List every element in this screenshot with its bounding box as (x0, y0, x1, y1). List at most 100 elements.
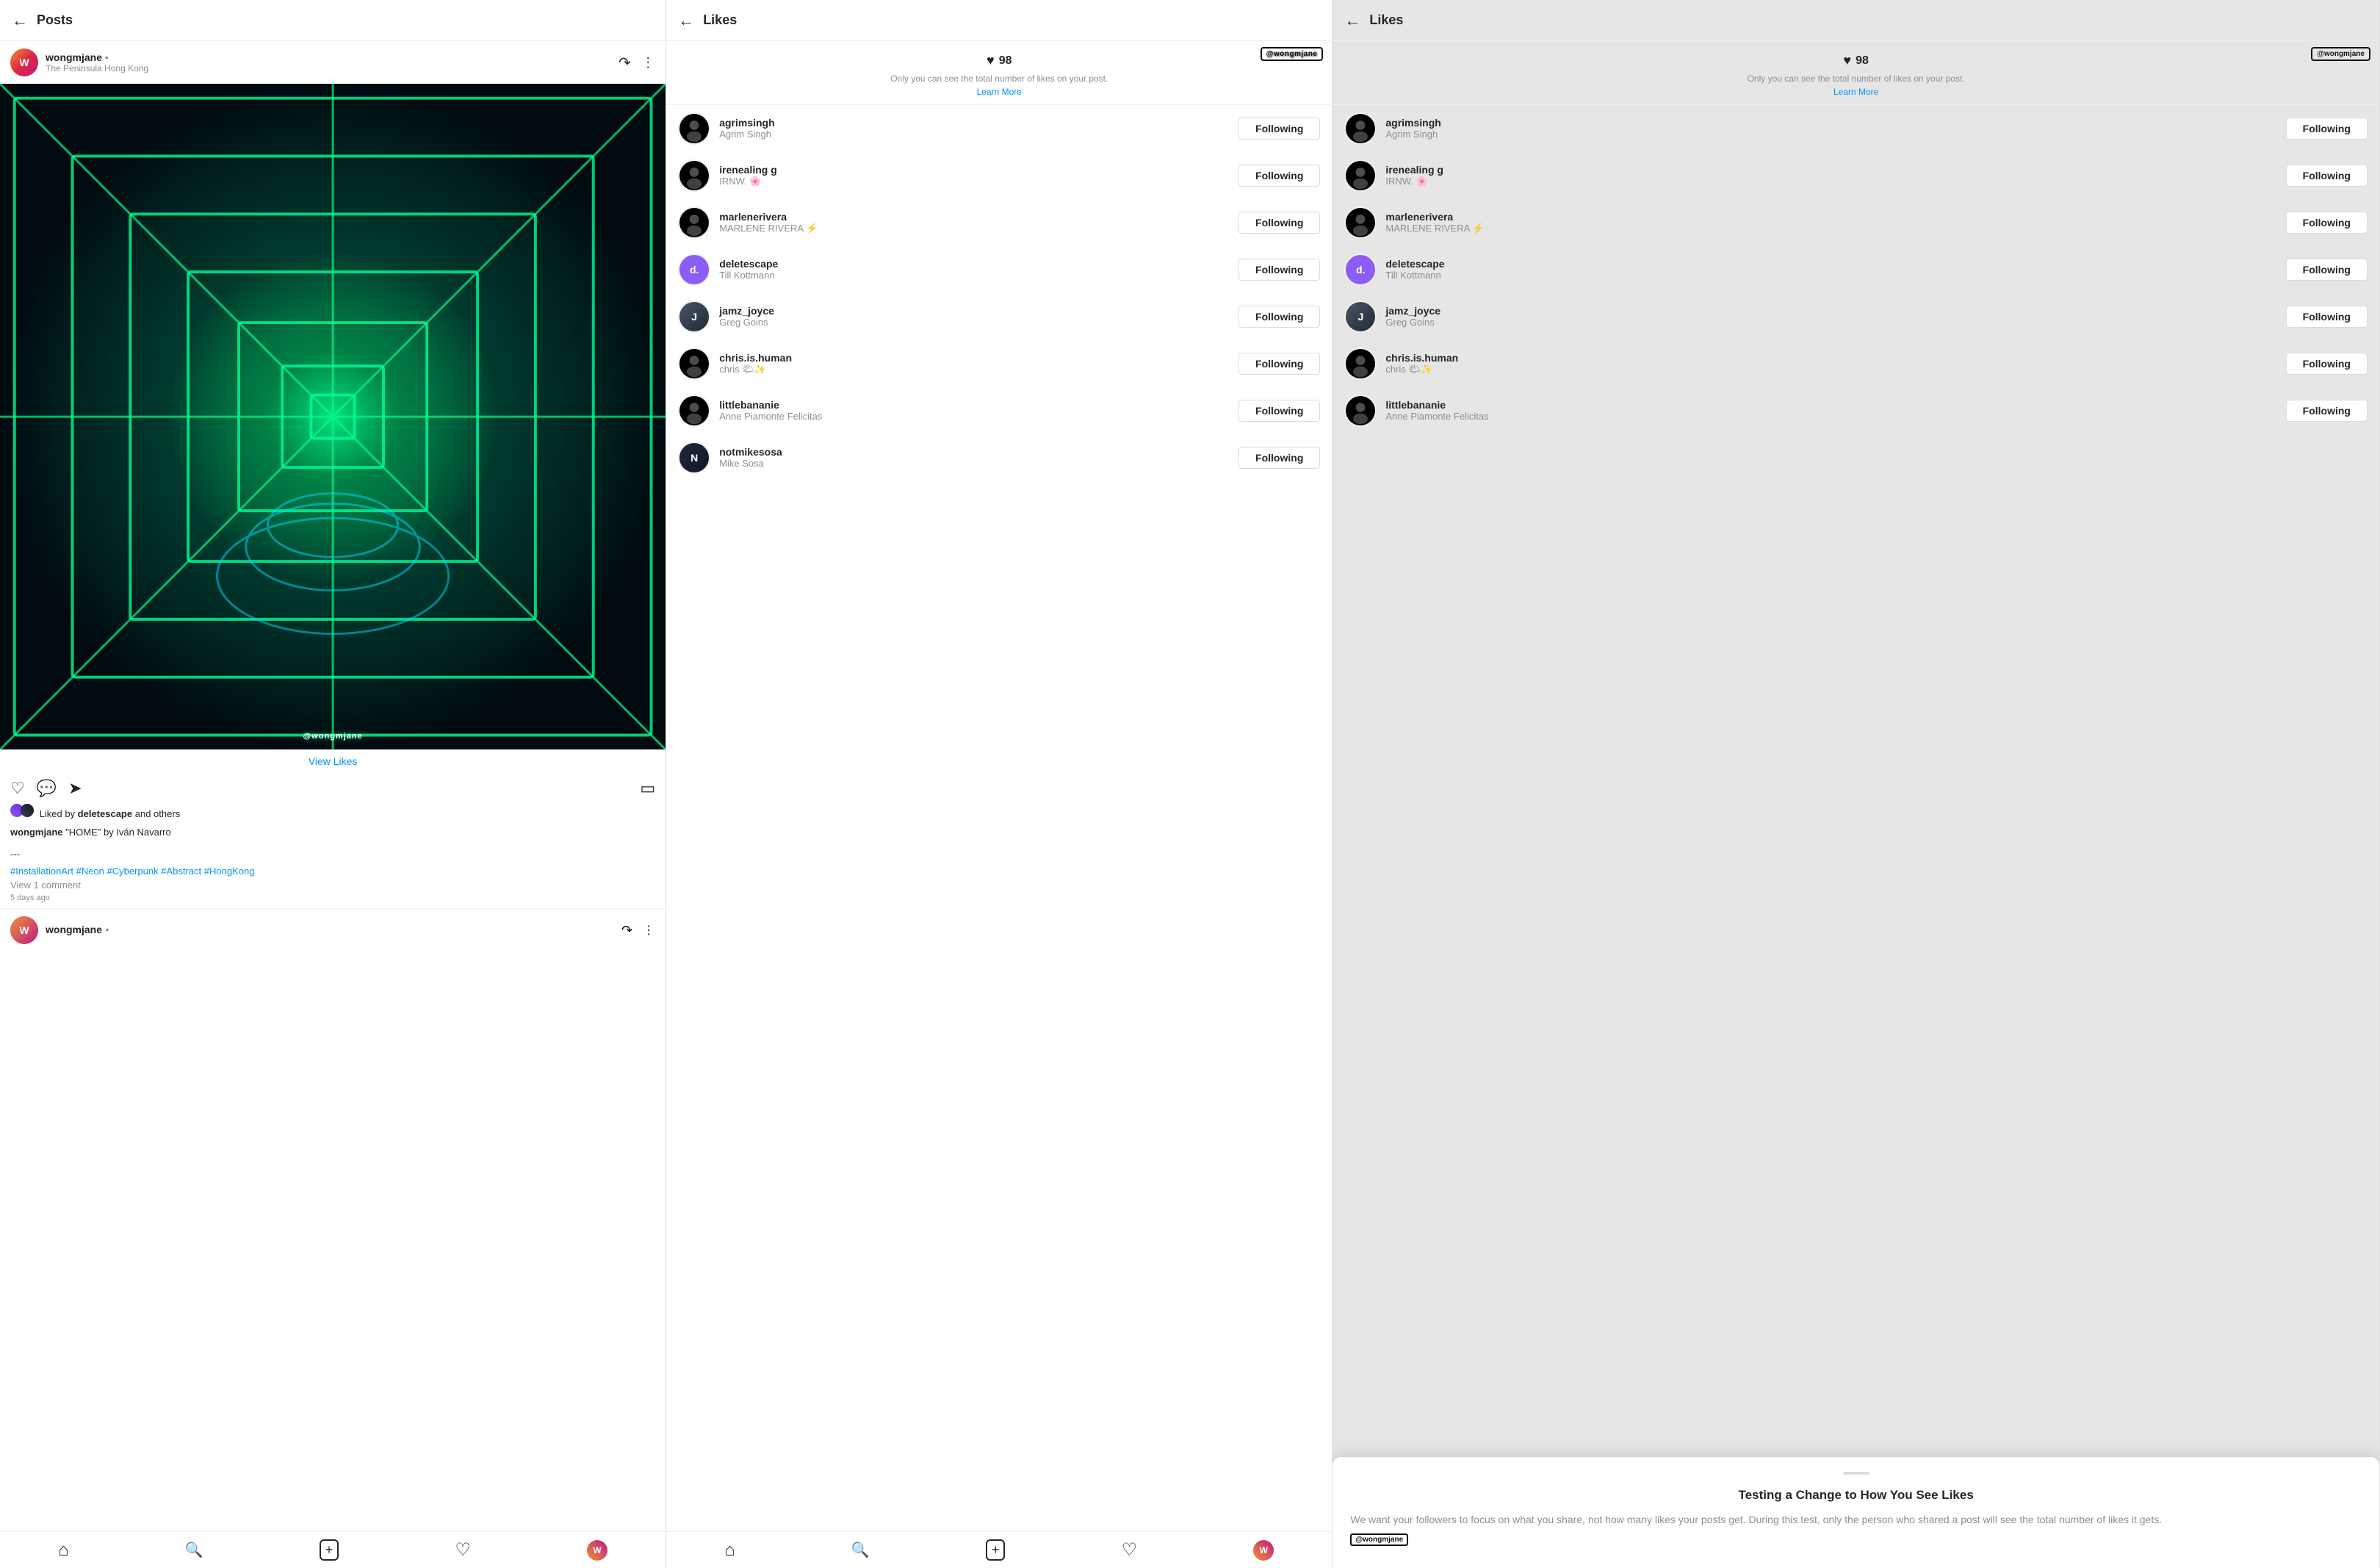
user-avatar[interactable] (678, 348, 710, 380)
follow-button[interactable]: Following (1238, 259, 1320, 281)
likes-change-popup[interactable]: Testing a Change to How You See Likes We… (1333, 1457, 2379, 1568)
user-avatar[interactable] (1344, 348, 1377, 380)
follow-button[interactable]: Following (2286, 400, 2368, 422)
post-actions-left: ♡ 💬 ➤ (10, 779, 82, 798)
user-info: irenealing g IRNW. 🌸 (719, 164, 1230, 187)
post-comment-link[interactable]: View 1 comment (0, 880, 666, 893)
follow-button[interactable]: Following (1238, 118, 1320, 140)
like-icon[interactable]: ♡ (10, 779, 25, 798)
second-more-icon[interactable]: ⋮ (643, 923, 655, 938)
nav-profile-avatar[interactable]: W (587, 1540, 607, 1561)
post-time: 5 days ago (0, 893, 666, 908)
second-reply-icon[interactable]: ↶ (621, 923, 632, 938)
user-username[interactable]: deletescape (1385, 258, 2276, 270)
user-username[interactable]: irenealing g (719, 164, 1230, 176)
poster-subtitle: The Peninsula Hong Kong (46, 63, 148, 73)
user-list-item: marlenerivera MARLENE RIVERA ⚡ Following (666, 199, 1332, 246)
back-arrow-icon[interactable]: ← (12, 11, 28, 30)
user-info: notmikesosa Mike Sosa (719, 446, 1230, 469)
p3-back-arrow[interactable]: ← (1344, 11, 1360, 30)
follow-button[interactable]: Following (1238, 212, 1320, 234)
p3-learn-more[interactable]: Learn More (1833, 87, 1878, 97)
user-avatar[interactable]: d. (678, 253, 710, 286)
nav-search-icon[interactable]: 🔍 (185, 1541, 203, 1559)
follow-button[interactable]: Following (1238, 400, 1320, 422)
p2-nav-profile-avatar[interactable]: W (1253, 1540, 1274, 1561)
nav-heart-icon[interactable]: ♡ (455, 1539, 471, 1561)
user-username[interactable]: chris.is.human (1385, 352, 2276, 364)
user-username[interactable]: jamz_joyce (1385, 305, 2276, 317)
user-username[interactable]: jamz_joyce (719, 305, 1230, 317)
poster-info: wongmjane • The Peninsula Hong Kong (46, 51, 148, 73)
user-avatar[interactable] (678, 395, 710, 427)
panel-posts: ← Posts W wongmjane • The P (0, 0, 666, 1568)
user-avatar[interactable] (1344, 395, 1377, 427)
user-avatar[interactable] (678, 159, 710, 192)
user-avatar[interactable]: J (678, 301, 710, 333)
user-username[interactable]: agrimsingh (719, 117, 1230, 129)
liked-by-user[interactable]: deletescape (78, 808, 132, 819)
follow-button[interactable]: Following (1238, 306, 1320, 328)
user-username[interactable]: irenealing g (1385, 164, 2276, 176)
user-avatar[interactable] (678, 112, 710, 145)
p2-nav-heart-icon[interactable]: ♡ (1122, 1539, 1138, 1561)
reply-icon[interactable]: ↶ (619, 54, 631, 72)
user-fullname: Mike Sosa (719, 458, 1230, 469)
user-fullname: Greg Goins (719, 317, 1230, 328)
user-username[interactable]: agrimsingh (1385, 117, 2276, 129)
more-icon[interactable]: ⋮ (641, 55, 655, 71)
comment-icon[interactable]: 💬 (37, 779, 57, 798)
user-username[interactable]: chris.is.human (719, 352, 1230, 364)
user-fullname: MARLENE RIVERA ⚡ (1385, 223, 2276, 234)
user-avatar[interactable] (1344, 206, 1377, 239)
user-username[interactable]: notmikesosa (719, 446, 1230, 458)
follow-button[interactable]: Following (1238, 447, 1320, 469)
user-avatar[interactable]: N (678, 442, 710, 474)
p2-nav-search-icon[interactable]: 🔍 (851, 1541, 870, 1559)
posts-top-bar: ← Posts (0, 0, 666, 41)
view-likes-link[interactable]: View Likes (0, 749, 666, 773)
user-username[interactable]: littlebananie (719, 399, 1230, 411)
follow-button[interactable]: Following (2286, 259, 2368, 281)
user-avatar[interactable] (1344, 159, 1377, 192)
user-list-item: marlenerivera MARLENE RIVERA ⚡ Following (1333, 199, 2379, 246)
follow-button[interactable]: Following (2286, 118, 2368, 140)
poster-avatar[interactable]: W (10, 48, 38, 76)
follow-button[interactable]: Following (2286, 306, 2368, 328)
user-username[interactable]: marlenerivera (1385, 211, 2276, 223)
nav-add-icon[interactable]: + (320, 1539, 339, 1561)
user-username[interactable]: littlebananie (1385, 399, 2276, 411)
p3-heart-icon: ♥ (1843, 53, 1851, 68)
share-icon[interactable]: ➤ (68, 779, 82, 798)
post-header: W wongmjane • The Peninsula Hong Kong ↶ … (0, 41, 666, 84)
follow-button[interactable]: Following (1238, 165, 1320, 187)
user-info: agrimsingh Agrim Singh (719, 117, 1230, 140)
user-fullname: IRNW. 🌸 (719, 176, 1230, 187)
poster-username[interactable]: wongmjane • (46, 51, 148, 63)
user-list-item: chris.is.human chris 🌤✨ Following (1333, 340, 2379, 387)
second-post-actions: ↶ ⋮ (621, 923, 655, 938)
user-info: deletescape Till Kottmann (719, 258, 1230, 281)
follow-button[interactable]: Following (2286, 353, 2368, 375)
user-username[interactable]: deletescape (719, 258, 1230, 270)
user-avatar[interactable] (1344, 112, 1377, 145)
likes-back-arrow[interactable]: ← (678, 11, 694, 30)
second-post-avatar[interactable]: W (10, 916, 38, 944)
follow-button[interactable]: Following (1238, 353, 1320, 375)
user-username[interactable]: marlenerivera (719, 211, 1230, 223)
user-avatar[interactable]: d. (1344, 253, 1377, 286)
user-avatar[interactable] (678, 206, 710, 239)
user-fullname: Agrim Singh (1385, 129, 2276, 140)
user-info: marlenerivera MARLENE RIVERA ⚡ (1385, 211, 2276, 234)
learn-more-link[interactable]: Learn More (977, 87, 1022, 97)
follow-button[interactable]: Following (2286, 212, 2368, 234)
save-icon[interactable]: ▭ (640, 779, 655, 798)
post-hashtags[interactable]: #InstallationArt #Neon #Cyberpunk #Abstr… (0, 866, 666, 880)
post-liked-by: Liked by deletescape and others (0, 804, 666, 822)
p2-nav-home-icon[interactable]: ⌂ (724, 1540, 735, 1561)
user-info: deletescape Till Kottmann (1385, 258, 2276, 281)
nav-home-icon[interactable]: ⌂ (58, 1540, 69, 1561)
follow-button[interactable]: Following (2286, 165, 2368, 187)
p2-nav-add-icon[interactable]: + (986, 1539, 1006, 1561)
user-avatar[interactable]: J (1344, 301, 1377, 333)
